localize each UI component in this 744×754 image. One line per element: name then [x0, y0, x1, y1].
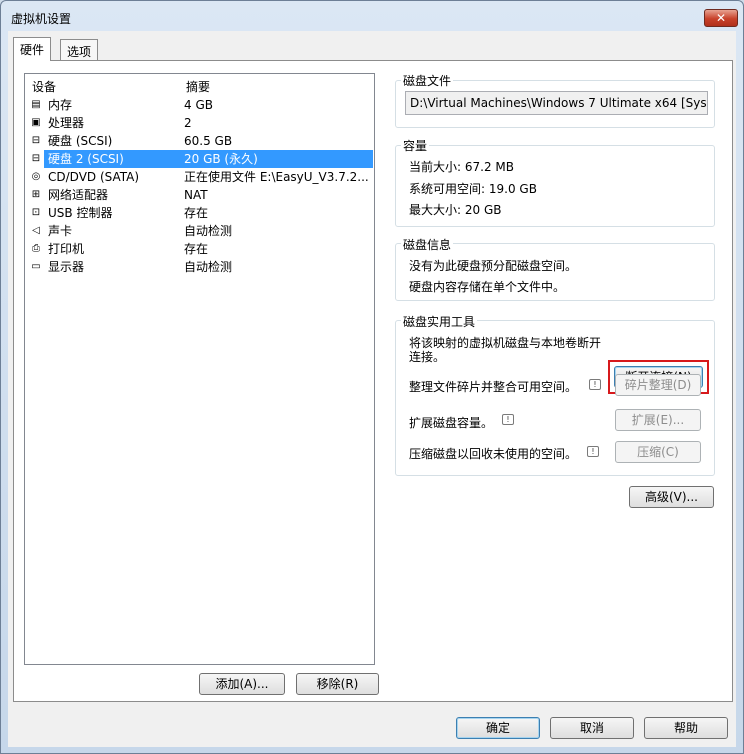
close-button[interactable]: ✕ — [704, 9, 738, 27]
cpu-icon: ▣ — [31, 117, 41, 128]
device-row[interactable]: ◎ CD/DVD (SATA) 正在使用文件 E:\EasyU_V3.7.2... — [27, 168, 373, 186]
dialog-client-area: 硬件 选项 设备 摘要 ▤ 内存 4 GB ▣ 处理器 2 ⊟ 硬盘 (SCSI) 60.5 G… — [8, 31, 736, 747]
column-header-device[interactable]: 设备 — [32, 78, 56, 95]
ok-button[interactable]: 确定 — [456, 717, 540, 739]
available-space-text: 系统可用空间: 19.0 GB — [409, 182, 537, 196]
device-name: 网络适配器 — [48, 188, 109, 202]
device-name: USB 控制器 — [48, 206, 113, 220]
cancel-button[interactable]: 取消 — [550, 717, 634, 739]
device-summary: 正在使用文件 E:\EasyU_V3.7.2... — [184, 170, 369, 184]
title-bar[interactable]: 虚拟机设置 ✕ — [1, 1, 743, 31]
vm-settings-window: 虚拟机设置 ✕ 硬件 选项 设备 摘要 ▤ 内存 4 GB ▣ 处理器 2 ⊟ 硬盘 (SCS… — [0, 0, 744, 754]
tab-options[interactable]: 选项 — [60, 39, 99, 61]
device-row[interactable]: ▣ 处理器 2 — [27, 114, 373, 132]
cd-dvd-icon: ◎ — [31, 171, 41, 182]
device-row[interactable]: ◁ 声卡 自动检测 — [27, 222, 373, 240]
device-summary: NAT — [184, 188, 208, 202]
device-summary: 60.5 GB — [184, 134, 233, 148]
hard-disk-icon: ⊟ — [31, 153, 41, 164]
device-summary: 2 — [184, 116, 192, 130]
max-size-text: 最大大小: 20 GB — [409, 203, 502, 217]
memory-icon: ▤ — [31, 99, 41, 110]
usb-icon: ⊡ — [31, 207, 41, 218]
column-header-summary[interactable]: 摘要 — [186, 78, 210, 95]
device-row[interactable]: ⊟ 硬盘 (SCSI) 60.5 GB — [27, 132, 373, 150]
disk-file-title: 磁盘文件 — [401, 72, 454, 89]
device-summary: 存在 — [184, 206, 209, 220]
info-icon[interactable]: ! — [502, 414, 514, 425]
info-icon[interactable]: ! — [587, 446, 599, 457]
device-name: 打印机 — [48, 242, 85, 256]
tab-hardware[interactable]: 硬件 — [13, 37, 52, 61]
device-summary: 存在 — [184, 242, 209, 256]
disk-utilities-title: 磁盘实用工具 — [401, 313, 478, 330]
remove-button[interactable]: 移除(R) — [296, 673, 379, 695]
device-name: 硬盘 2 (SCSI) — [48, 152, 124, 166]
hard-disk-icon: ⊟ — [31, 135, 41, 146]
device-summary: 自动检测 — [184, 224, 233, 238]
device-row[interactable]: ⊡ USB 控制器 存在 — [27, 204, 373, 222]
device-row[interactable]: ▭ 显示器 自动检测 — [27, 258, 373, 276]
capacity-title: 容量 — [401, 137, 430, 154]
device-name: CD/DVD (SATA) — [48, 170, 140, 184]
device-row[interactable]: ⎙ 打印机 存在 — [27, 240, 373, 258]
info-icon[interactable]: ! — [589, 379, 601, 390]
device-row[interactable]: ▤ 内存 4 GB — [27, 96, 373, 114]
device-name: 处理器 — [48, 116, 85, 130]
device-summary: 20 GB (永久) — [184, 152, 258, 166]
add-button[interactable]: 添加(A)... — [199, 673, 285, 695]
help-button[interactable]: 帮助 — [644, 717, 728, 739]
display-icon: ▭ — [31, 261, 41, 272]
disk-info-title: 磁盘信息 — [401, 236, 454, 253]
device-name: 硬盘 (SCSI) — [48, 134, 113, 148]
sound-card-icon: ◁ — [32, 225, 40, 236]
device-name: 内存 — [48, 98, 73, 112]
network-adapter-icon: ⊞ — [31, 189, 41, 200]
no-preallocation-text: 没有为此硬盘预分配磁盘空间。 — [409, 259, 578, 273]
printer-icon: ⎙ — [32, 243, 40, 254]
device-summary: 4 GB — [184, 98, 213, 112]
defrag-description: 整理文件碎片并整合可用空间。 — [409, 380, 578, 394]
window-title: 虚拟机设置 — [11, 12, 72, 26]
current-size-text: 当前大小: 67.2 MB — [409, 160, 514, 174]
disk-file-path-field[interactable]: D:\Virtual Machines\Windows 7 Ultimate x… — [405, 91, 708, 115]
expand-button[interactable]: 扩展(E)... — [615, 409, 701, 431]
compact-description: 压缩磁盘以回收未使用的空间。 — [409, 447, 578, 461]
single-file-text: 硬盘内容存储在单个文件中。 — [409, 280, 566, 294]
device-summary: 自动检测 — [184, 260, 233, 274]
advanced-button[interactable]: 高级(V)... — [629, 486, 714, 508]
disconnect-description-cont: 连接。 — [409, 350, 446, 364]
device-row[interactable]: ⊟ 硬盘 2 (SCSI) 20 GB (永久) — [27, 150, 373, 168]
compact-button[interactable]: 压缩(C) — [615, 441, 701, 463]
device-row[interactable]: ⊞ 网络适配器 NAT — [27, 186, 373, 204]
expand-description: 扩展磁盘容量。 — [409, 416, 494, 430]
defrag-button[interactable]: 碎片整理(D) — [615, 374, 701, 396]
device-name: 显示器 — [48, 260, 85, 274]
device-name: 声卡 — [48, 224, 73, 238]
device-list[interactable]: 设备 摘要 ▤ 内存 4 GB ▣ 处理器 2 ⊟ 硬盘 (SCSI) 60.5 GB ⊟ 硬盘 2… — [24, 73, 375, 665]
